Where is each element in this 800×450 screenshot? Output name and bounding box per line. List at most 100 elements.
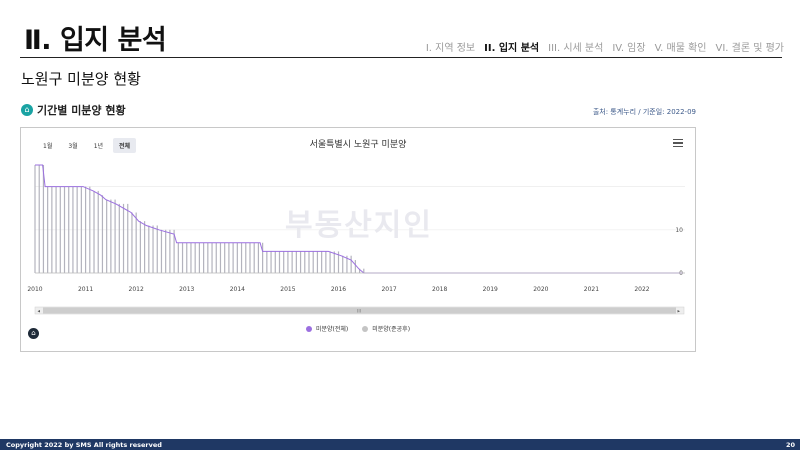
chart-legend: 미분양(전체) 미분양(준공후): [21, 324, 695, 333]
header-divider: [20, 57, 782, 58]
bar: [304, 251, 306, 273]
footer-bar: Copyright 2022 by SMS All rights reserve…: [0, 439, 800, 450]
source-note: 출처: 통계누리 / 기준일: 2022-09: [592, 108, 696, 116]
x-tick-label: 2021: [584, 286, 599, 293]
bar: [160, 229, 163, 273]
bar: [101, 195, 104, 273]
bar: [177, 242, 179, 273]
bar: [68, 186, 70, 273]
bar: [245, 242, 247, 273]
bar: [266, 251, 268, 273]
bar: [118, 203, 120, 273]
nav-item-4[interactable]: IV. 임장: [612, 39, 645, 54]
bar: [321, 251, 323, 273]
bar: [215, 242, 217, 273]
section-heading: ⌂ 기간별 미분양 현황: [21, 102, 126, 118]
bar: [236, 242, 238, 273]
bar: [291, 251, 293, 273]
legend-label: 미분양(전체): [315, 326, 349, 333]
bar: [80, 186, 82, 273]
bar: [97, 190, 99, 273]
bar: [139, 221, 141, 273]
x-tick-label: 2014: [230, 286, 245, 293]
bar: [299, 251, 302, 273]
nav-item-5[interactable]: V. 매물 확인: [655, 39, 707, 54]
bar: [232, 242, 234, 273]
bar: [190, 242, 192, 273]
bar: [34, 165, 36, 273]
bar: [127, 203, 129, 273]
bar: [114, 199, 116, 273]
x-tick-label: 2016: [331, 286, 346, 293]
y-tick-label: 10: [675, 227, 683, 234]
bar: [207, 242, 209, 273]
bar: [42, 165, 45, 273]
x-tick-label: 2020: [533, 286, 548, 293]
section-nav: I. 지역 정보 II. 입지 분석 III. 시세 분석 IV. 임장 V. 매물 확…: [426, 39, 784, 54]
legend-item-2[interactable]: 미분양(준공후): [362, 324, 410, 333]
nav-item-1[interactable]: I. 지역 정보: [426, 39, 475, 54]
x-tick-label: 2010: [27, 286, 42, 293]
bar: [156, 225, 158, 273]
home-icon: ⌂: [21, 104, 33, 116]
x-tick-label: 2017: [381, 286, 396, 293]
x-tick-label: 2013: [179, 286, 194, 293]
bar: [47, 186, 49, 273]
legend-label: 미분양(준공후): [372, 326, 411, 333]
bar: [257, 242, 260, 273]
nav-item-3[interactable]: III. 시세 분석: [548, 39, 603, 54]
bar: [38, 165, 40, 273]
chart-plot: 0102010 2011 2012 2013 2014 2015 2016 2017 2018 2…: [27, 164, 685, 315]
bar: [93, 190, 95, 273]
section-title: 기간별 미분양 현황: [37, 104, 126, 117]
bar: [211, 242, 213, 273]
bar: [89, 186, 91, 273]
logo-icon: ⌂: [28, 328, 39, 339]
page-subtitle: 노원구 미분양 현황: [21, 70, 141, 88]
bar: [333, 251, 335, 273]
bar: [287, 251, 289, 273]
bar: [262, 242, 264, 273]
bar: [131, 212, 133, 273]
nav-item-6[interactable]: VI. 결론 및 평가: [715, 39, 784, 54]
navigator-grip: III: [357, 309, 361, 315]
bar: [270, 251, 272, 273]
bar: [224, 242, 226, 273]
bar: [283, 251, 285, 273]
legend-marker: [305, 325, 312, 332]
bar: [110, 199, 112, 273]
legend-marker: [362, 325, 369, 332]
x-tick-label: 2022: [634, 286, 649, 293]
x-tick-label: 2019: [483, 286, 498, 293]
bar: [325, 251, 327, 273]
bar: [55, 186, 57, 273]
bar: [350, 255, 352, 273]
x-tick-label: 2015: [280, 286, 295, 293]
bar: [59, 186, 61, 273]
bar: [228, 242, 230, 273]
bar: [342, 255, 344, 273]
bar: [274, 251, 276, 273]
bar: [135, 212, 137, 273]
legend-item-1[interactable]: 미분양(전체): [305, 324, 349, 333]
bar: [186, 242, 188, 273]
bar: [169, 229, 171, 273]
bar: [106, 199, 108, 273]
bar: [198, 242, 200, 273]
bar: [122, 203, 125, 273]
nav-item-2[interactable]: II. 입지 분석: [484, 39, 539, 54]
bar: [84, 186, 87, 273]
bar: [240, 242, 243, 273]
page-number: 20: [785, 441, 795, 449]
bar: [72, 186, 74, 273]
bar: [308, 251, 310, 273]
chart-panel: 1월 3월 1년 전체 서울특별시 노원구 미분양 부동산지인 0 10 2010 2011…: [20, 127, 696, 352]
bar: [51, 186, 53, 273]
bar: [316, 251, 319, 273]
x-tick-label: 2018: [432, 286, 447, 293]
bar: [354, 260, 356, 273]
bar: [219, 242, 222, 273]
x-tick-label: 2012: [129, 286, 144, 293]
bar: [63, 186, 66, 273]
bar: [165, 229, 167, 273]
